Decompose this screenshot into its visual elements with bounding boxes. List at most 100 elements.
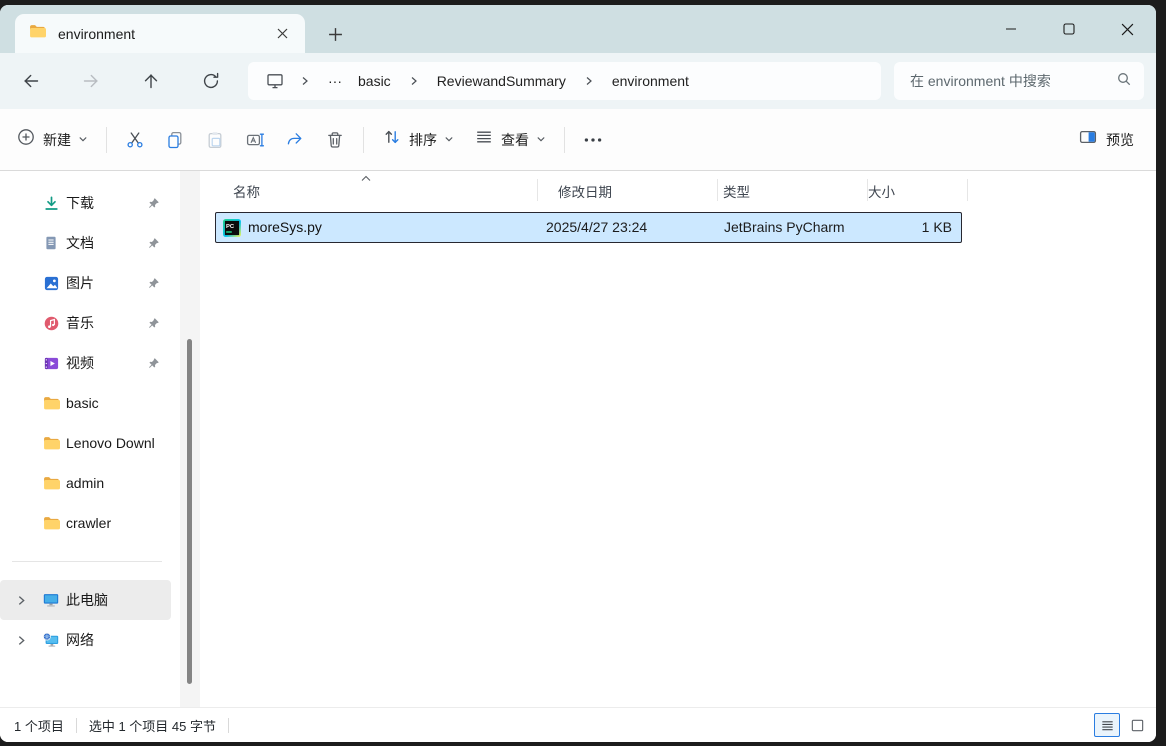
breadcrumb-overflow[interactable]: ··· (320, 69, 350, 93)
search-input[interactable]: 在 environment 中搜索 (894, 62, 1144, 100)
chevron-right-icon[interactable] (14, 593, 28, 607)
sidebar-item-downloads[interactable]: 下载 (0, 183, 171, 223)
selection-info: 选中 1 个项目 45 字节 (88, 718, 216, 734)
pycharm-file-icon: PC (223, 219, 241, 237)
column-header-type[interactable]: 类型 (723, 181, 750, 201)
close-button[interactable] (1104, 9, 1150, 49)
new-button-label: 新建 (43, 131, 71, 148)
item-count: 1 个项目 (14, 718, 64, 734)
cut-button[interactable] (115, 120, 155, 160)
preview-pane-icon (1078, 127, 1098, 152)
sidebar-item-label: 音乐 (66, 315, 94, 331)
more-options-button[interactable] (573, 120, 613, 160)
status-divider (75, 717, 77, 733)
window-controls (976, 5, 1150, 53)
sidebar-item-pictures[interactable]: 图片 (0, 263, 171, 303)
folder-icon (29, 23, 46, 45)
svg-text:PC: PC (226, 224, 235, 230)
breadcrumb-item-environment[interactable]: environment (604, 69, 697, 93)
pin-icon (146, 276, 160, 290)
sidebar-item-music[interactable]: 音乐 (0, 303, 171, 343)
view-button-label: 查看 (501, 131, 529, 148)
column-separator[interactable] (537, 179, 538, 201)
folder-icon (42, 474, 60, 492)
view-button[interactable]: 查看 (464, 121, 556, 158)
pin-icon (146, 196, 160, 210)
new-button[interactable]: 新建 (6, 121, 98, 158)
sidebar-item-label: 视频 (66, 355, 94, 371)
sidebar-item-basic[interactable]: basic (0, 383, 171, 423)
sort-ascending-icon (360, 170, 372, 188)
refresh-button[interactable] (195, 65, 227, 97)
sidebar-item-documents[interactable]: 文档 (0, 223, 171, 263)
tab-bar: environment (0, 5, 1156, 53)
delete-button[interactable] (315, 120, 355, 160)
breadcrumb-item-basic[interactable]: basic (350, 69, 399, 93)
column-header-modified[interactable]: 修改日期 (558, 181, 612, 201)
sidebar-item-crawler[interactable]: crawler (0, 503, 171, 543)
sidebar-scrollbar-track[interactable] (180, 171, 200, 707)
file-name: moreSys.py (248, 219, 322, 235)
chevron-right-icon[interactable] (14, 633, 28, 647)
tab-title: environment (58, 25, 136, 42)
tab-close-icon[interactable] (269, 21, 295, 47)
pin-icon (146, 236, 160, 250)
sidebar-item-lenovo-downloads[interactable]: Lenovo Downl (0, 423, 171, 463)
sidebar-item-label: admin (66, 475, 105, 491)
videos-icon (42, 354, 60, 372)
maximize-button[interactable] (1046, 9, 1092, 49)
sidebar-item-label: Lenovo Downl (66, 435, 155, 451)
copy-button[interactable] (155, 120, 195, 160)
file-row-moresys[interactable]: PC moreSys.py 2025/4/27 23:24 JetBrains … (215, 212, 962, 243)
this-pc-icon[interactable] (260, 66, 290, 96)
column-header-size[interactable]: 大小 (868, 181, 895, 201)
forward-button[interactable] (75, 65, 107, 97)
status-bar: 1 个项目 选中 1 个项目 45 字节 (0, 707, 1156, 742)
details-view-button[interactable] (1094, 713, 1120, 737)
sidebar: 下载 文档 图片 音乐 视频 basic Lenovo Downl admin … (0, 171, 180, 707)
sidebar-item-label: 网络 (66, 632, 94, 648)
file-modified-date: 2025/4/27 23:24 (546, 219, 648, 235)
up-button[interactable] (135, 65, 167, 97)
sort-button-label: 排序 (409, 131, 437, 148)
sort-button[interactable]: 排序 (372, 121, 464, 158)
rename-button[interactable] (235, 120, 275, 160)
view-toggle-group (1094, 713, 1150, 737)
column-header-name[interactable]: 名称 (233, 181, 260, 201)
sidebar-item-label: 图片 (66, 275, 94, 291)
sidebar-item-admin[interactable]: admin (0, 463, 171, 503)
chevron-right-icon (403, 70, 425, 92)
sidebar-item-network[interactable]: 网络 (0, 620, 171, 660)
paste-button[interactable] (195, 120, 235, 160)
body-area: 下载 文档 图片 音乐 视频 basic Lenovo Downl admin … (0, 171, 1156, 707)
back-button[interactable] (15, 65, 47, 97)
new-tab-button[interactable] (322, 21, 348, 47)
folder-icon (42, 394, 60, 412)
preview-button[interactable]: 预览 (1078, 127, 1134, 152)
large-icons-view-button[interactable] (1124, 713, 1150, 737)
search-placeholder: 在 environment 中搜索 (910, 73, 1051, 89)
tab-environment[interactable]: environment (15, 14, 305, 53)
new-plus-icon (16, 127, 36, 152)
breadcrumb-item-reviewandsummary[interactable]: ReviewandSummary (429, 69, 574, 93)
chevron-right-icon (294, 70, 316, 92)
breadcrumb: ··· basic ReviewandSummary environment (248, 62, 881, 100)
column-separator[interactable] (967, 179, 968, 201)
sidebar-item-videos[interactable]: 视频 (0, 343, 171, 383)
minimize-button[interactable] (988, 9, 1034, 49)
sidebar-scrollbar-thumb[interactable] (187, 339, 192, 684)
pin-icon (146, 316, 160, 330)
column-separator[interactable] (717, 179, 718, 201)
documents-icon (42, 234, 60, 252)
chevron-down-icon (444, 131, 454, 149)
file-type: JetBrains PyCharm (724, 219, 845, 235)
chevron-right-icon (578, 70, 600, 92)
toolbar-divider (363, 126, 364, 153)
sidebar-item-label: basic (66, 395, 99, 411)
share-button[interactable] (275, 120, 315, 160)
sort-arrows-icon (382, 127, 402, 152)
music-icon (42, 314, 60, 332)
sidebar-item-this-pc[interactable]: 此电脑 (0, 580, 171, 620)
file-list: 名称 修改日期 类型 大小 PC moreSys.py 2025/4/27 23… (200, 171, 1156, 707)
column-headers: 名称 修改日期 类型 大小 (200, 171, 1156, 207)
